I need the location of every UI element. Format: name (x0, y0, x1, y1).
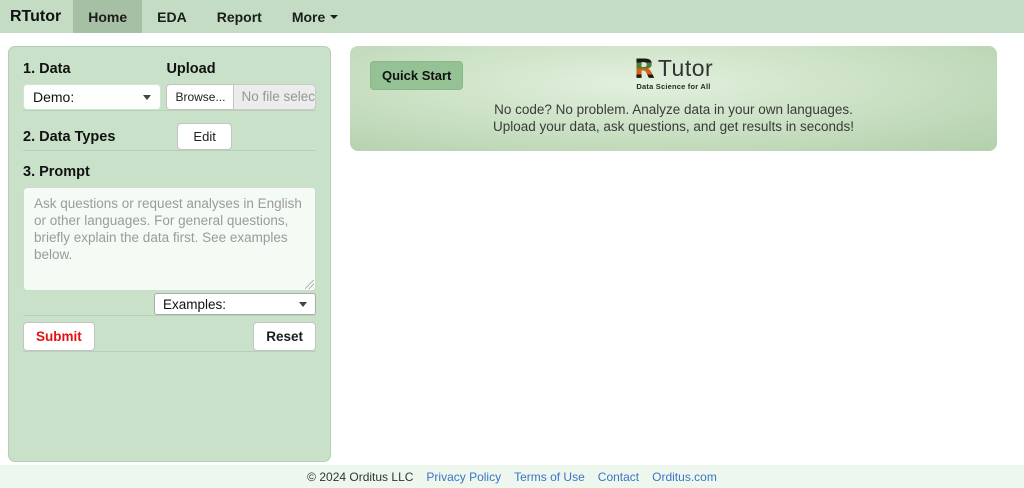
navbar: RTutor Home EDA Report More (0, 0, 1024, 33)
footer-link-orditus[interactable]: Orditus.com (652, 470, 717, 484)
prompt-heading: 3. Prompt (23, 164, 316, 180)
intro-text: No code? No problem. Analyze data in you… (350, 101, 997, 135)
tab-more[interactable]: More (277, 0, 353, 33)
data-section-heading: 1. Data (23, 61, 161, 77)
prompt-textarea[interactable] (23, 187, 316, 291)
main-content: 1. Data Demo: Upload Browse... No file s… (0, 33, 1024, 465)
footer-link-terms[interactable]: Terms of Use (514, 470, 585, 484)
footer-link-contact[interactable]: Contact (598, 470, 639, 484)
tab-home[interactable]: Home (73, 0, 142, 33)
app-brand: RTutor (0, 0, 73, 33)
tab-eda[interactable]: EDA (142, 0, 202, 33)
resize-handle[interactable] (305, 280, 314, 289)
submit-button[interactable]: Submit (23, 322, 95, 351)
welcome-jumbotron: Quick Start (350, 46, 997, 151)
file-upload-control: Browse... No file selec (166, 84, 316, 110)
examples-select[interactable]: Examples: (154, 293, 316, 315)
logo-text: Tutor (658, 55, 713, 81)
demo-select[interactable]: Demo: (23, 84, 161, 110)
rtutor-logo: R Tutor Data Science for All (634, 46, 713, 91)
file-status-box: No file selec (234, 84, 316, 110)
caret-down-icon (299, 302, 307, 307)
reset-button[interactable]: Reset (253, 322, 316, 351)
demo-select-value: Demo: (33, 89, 74, 105)
action-buttons-row: Submit Reset (23, 322, 316, 351)
examples-select-value: Examples: (163, 297, 226, 312)
divider (23, 351, 316, 352)
intro-line-1: No code? No problem. Analyze data in you… (350, 101, 997, 118)
intro-line-2: Upload your data, ask questions, and get… (350, 118, 997, 135)
rtutor-logo-r-icon: R (634, 54, 658, 81)
upload-section-heading: Upload (166, 61, 316, 77)
data-types-section: 2. Data Types Edit (23, 123, 316, 150)
edit-button[interactable]: Edit (177, 123, 231, 150)
prompt-area-wrap (23, 187, 316, 291)
divider (23, 315, 316, 316)
footer-link-privacy[interactable]: Privacy Policy (426, 470, 501, 484)
footer: © 2024 Orditus LLC Privacy Policy Terms … (0, 465, 1024, 488)
logo-tagline: Data Science for All (634, 82, 713, 91)
copyright-text: © 2024 Orditus LLC (307, 470, 413, 484)
caret-down-icon (330, 15, 338, 19)
svg-text:R: R (634, 54, 655, 81)
divider (23, 110, 316, 111)
data-types-heading: 2. Data Types (23, 129, 115, 145)
sidebar-panel: 1. Data Demo: Upload Browse... No file s… (8, 46, 331, 462)
divider (23, 150, 316, 151)
quick-start-button[interactable]: Quick Start (370, 61, 463, 90)
data-upload-section: 1. Data Demo: Upload Browse... No file s… (23, 61, 316, 110)
tab-report[interactable]: Report (202, 0, 277, 33)
caret-down-icon (143, 95, 151, 100)
browse-button[interactable]: Browse... (166, 84, 234, 110)
